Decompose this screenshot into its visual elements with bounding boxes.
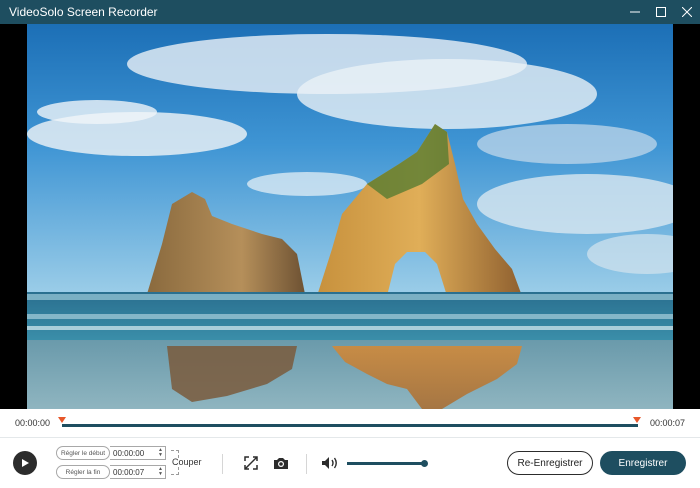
- timeline-track[interactable]: [62, 424, 638, 427]
- close-icon: [682, 7, 692, 17]
- re-record-button[interactable]: Re-Enregistrer: [507, 451, 593, 475]
- camera-icon: [274, 458, 288, 469]
- set-start-button[interactable]: Régler le début: [56, 446, 110, 460]
- set-end-button[interactable]: Régler la fin: [56, 465, 110, 479]
- cut-bracket-bottom: [171, 467, 179, 475]
- close-button[interactable]: [674, 0, 700, 24]
- end-time-field[interactable]: 00:00:07 ▲ ▼: [110, 465, 166, 479]
- trim-end-handle[interactable]: [633, 417, 641, 423]
- volume-slider-track[interactable]: [347, 462, 425, 465]
- timeline-start-time: 00:00:00: [15, 418, 51, 428]
- save-button[interactable]: Enregistrer: [600, 451, 686, 475]
- timeline-end-time: 00:00:07: [649, 418, 685, 428]
- fullscreen-icon: [244, 456, 258, 470]
- end-time-value: 00:00:07: [113, 467, 145, 477]
- start-time-spinner[interactable]: ▲ ▼: [158, 448, 163, 458]
- start-time-value: 00:00:00: [113, 448, 145, 458]
- volume-icon: [322, 457, 337, 469]
- maximize-button[interactable]: [648, 0, 674, 24]
- play-button[interactable]: [13, 451, 37, 475]
- timeline: 00:00:00 00:00:07: [0, 409, 700, 437]
- trim-end-row: Régler la fin 00:00:07 ▲ ▼: [56, 465, 166, 479]
- recorder-window: VideoSolo Screen Recorder 00:00:00 00:00…: [0, 0, 700, 488]
- trim-start-row: Régler le début 00:00:00 ▲ ▼: [56, 446, 166, 460]
- minimize-icon: [630, 11, 640, 13]
- control-bar: Régler le début 00:00:00 ▲ ▼ Régler la fi…: [0, 437, 700, 488]
- volume-button[interactable]: [320, 453, 340, 473]
- maximize-icon: [656, 7, 666, 17]
- video-frame[interactable]: [27, 24, 673, 409]
- trim-start-handle[interactable]: [58, 417, 66, 423]
- fullscreen-button[interactable]: [241, 453, 261, 473]
- cut-button[interactable]: Couper: [172, 457, 202, 467]
- divider: [222, 454, 223, 474]
- volume-slider-thumb[interactable]: [421, 460, 428, 467]
- video-image: [27, 24, 673, 409]
- divider: [306, 454, 307, 474]
- end-time-spinner[interactable]: ▲ ▼: [158, 467, 163, 477]
- video-preview-area: [0, 24, 700, 409]
- play-icon: [22, 459, 29, 467]
- snapshot-button[interactable]: [271, 453, 291, 473]
- window-title: VideoSolo Screen Recorder: [9, 5, 158, 19]
- title-bar: VideoSolo Screen Recorder: [0, 0, 700, 24]
- start-time-field[interactable]: 00:00:00 ▲ ▼: [110, 446, 166, 460]
- minimize-button[interactable]: [622, 0, 648, 24]
